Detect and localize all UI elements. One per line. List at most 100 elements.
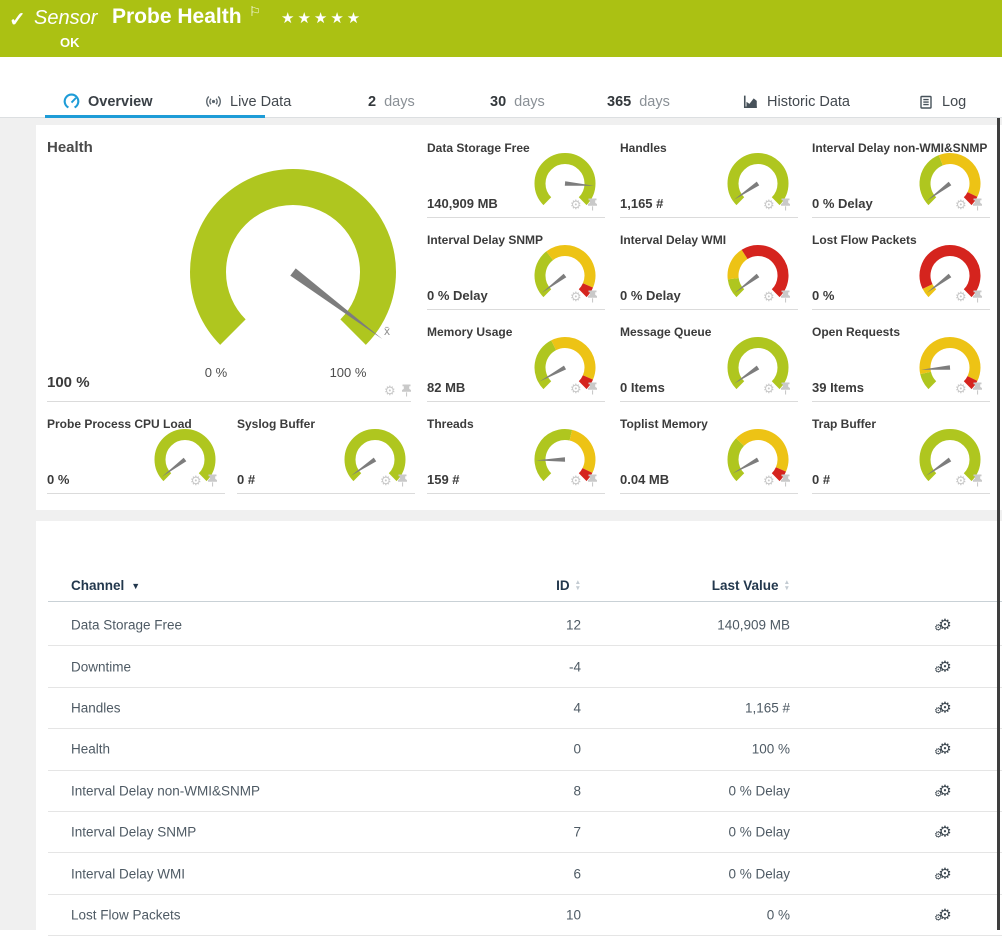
health-tile-actions[interactable]: ⚙ bbox=[384, 384, 412, 397]
channel-settings-gear-icon[interactable]: ⚙⚙ bbox=[938, 743, 951, 757]
tab-2-days[interactable]: 2 days bbox=[368, 85, 415, 118]
gauge-tile[interactable]: Interval Delay WMI0 % Delay⚙ bbox=[620, 232, 798, 310]
channel-table-row[interactable]: Interval Delay SNMP70 % Delay⚙⚙ bbox=[48, 812, 1002, 853]
cell-settings[interactable]: ⚙⚙ bbox=[932, 825, 958, 840]
gauge-tile[interactable]: Open Requests39 Items⚙ bbox=[812, 324, 990, 402]
channel-settings-gear-icon[interactable]: ⚙⚙ bbox=[938, 867, 951, 881]
gear-icon[interactable]: ⚙ bbox=[570, 199, 582, 211]
gauge-tile[interactable]: Message Queue0 Items⚙ bbox=[620, 324, 798, 402]
pin-icon[interactable] bbox=[587, 474, 598, 487]
gear-icon[interactable]: ⚙ bbox=[384, 385, 396, 397]
gauge-tile-actions[interactable]: ⚙ bbox=[763, 474, 791, 487]
gauge-tile-actions[interactable]: ⚙ bbox=[763, 382, 791, 395]
channel-settings-gear-icon[interactable]: ⚙⚙ bbox=[938, 826, 951, 840]
gauge-tile-value: 0 Items bbox=[620, 380, 665, 395]
gauge-tile[interactable]: Interval Delay non-WMI&SNMP0 % Delay⚙ bbox=[812, 140, 990, 218]
column-header-channel[interactable]: Channel ▼ bbox=[71, 578, 140, 593]
gauge-tile-actions[interactable]: ⚙ bbox=[763, 290, 791, 303]
pin-icon[interactable] bbox=[780, 198, 791, 211]
gear-icon[interactable]: ⚙ bbox=[570, 475, 582, 487]
gear-icon[interactable]: ⚙ bbox=[380, 475, 392, 487]
pin-icon[interactable] bbox=[972, 382, 983, 395]
sensor-header: ✓ Sensor Probe Health ⚐ ★★★★★ OK bbox=[0, 0, 1002, 57]
pin-icon[interactable] bbox=[780, 382, 791, 395]
pin-icon[interactable] bbox=[587, 198, 598, 211]
gear-icon[interactable]: ⚙ bbox=[570, 291, 582, 303]
channel-table-row[interactable]: Health0100 %⚙⚙ bbox=[48, 729, 1002, 770]
gauge-tile-actions[interactable]: ⚙ bbox=[570, 474, 598, 487]
gear-icon[interactable]: ⚙ bbox=[763, 475, 775, 487]
gauge-tile-actions[interactable]: ⚙ bbox=[570, 382, 598, 395]
gauge-tile[interactable]: Lost Flow Packets0 %⚙ bbox=[812, 232, 990, 310]
pin-icon[interactable] bbox=[401, 384, 412, 397]
gauge-tile-value: 159 # bbox=[427, 472, 460, 487]
tab-historic-data[interactable]: Historic Data bbox=[742, 85, 850, 118]
pin-icon[interactable] bbox=[397, 474, 408, 487]
gear-icon[interactable]: ⚙ bbox=[955, 199, 967, 211]
tile-separator bbox=[237, 493, 415, 494]
gauge-tile-actions[interactable]: ⚙ bbox=[763, 198, 791, 211]
gauge-tile-actions[interactable]: ⚙ bbox=[380, 474, 408, 487]
channel-table-row[interactable]: Data Storage Free12140,909 MB⚙⚙ bbox=[48, 605, 1002, 646]
column-header-last-value[interactable]: Last Value ▲▼ bbox=[598, 578, 790, 593]
cell-settings[interactable]: ⚙⚙ bbox=[932, 659, 958, 674]
gear-icon[interactable]: ⚙ bbox=[955, 291, 967, 303]
cell-settings[interactable]: ⚙⚙ bbox=[932, 618, 958, 633]
gauge-tile[interactable]: Toplist Memory0.04 MB⚙ bbox=[620, 416, 798, 494]
gear-icon[interactable]: ⚙ bbox=[763, 199, 775, 211]
tab-log[interactable]: Log bbox=[918, 85, 966, 118]
gauge-tile[interactable]: Probe Process CPU Load0 %⚙ bbox=[47, 416, 225, 494]
pin-icon[interactable] bbox=[972, 198, 983, 211]
cell-settings[interactable]: ⚙⚙ bbox=[932, 700, 958, 715]
gauge-tile-actions[interactable]: ⚙ bbox=[570, 290, 598, 303]
health-gauge[interactable] bbox=[173, 152, 413, 382]
gauge-tile[interactable]: Threads159 #⚙ bbox=[427, 416, 605, 494]
cell-settings[interactable]: ⚙⚙ bbox=[932, 866, 958, 881]
gauge-tile[interactable]: Memory Usage82 MB⚙ bbox=[427, 324, 605, 402]
tab-30-days[interactable]: 30 days bbox=[490, 85, 545, 118]
channel-table-row[interactable]: Downtime-4⚙⚙ bbox=[48, 646, 1002, 687]
cell-settings[interactable]: ⚙⚙ bbox=[932, 907, 958, 922]
channel-settings-gear-icon[interactable]: ⚙⚙ bbox=[938, 619, 951, 633]
gauge-tile[interactable]: Data Storage Free140,909 MB⚙ bbox=[427, 140, 605, 218]
gear-icon[interactable]: ⚙ bbox=[570, 383, 582, 395]
priority-stars[interactable]: ★★★★★ bbox=[281, 9, 363, 27]
pin-icon[interactable] bbox=[207, 474, 218, 487]
gauge-tile-actions[interactable]: ⚙ bbox=[955, 382, 983, 395]
gauge-tile-actions[interactable]: ⚙ bbox=[955, 474, 983, 487]
pin-icon[interactable] bbox=[972, 290, 983, 303]
cell-settings[interactable]: ⚙⚙ bbox=[932, 742, 958, 757]
gauge-tile[interactable]: Handles1,165 #⚙ bbox=[620, 140, 798, 218]
tab-live-data[interactable]: Live Data bbox=[205, 85, 291, 118]
gear-icon[interactable]: ⚙ bbox=[190, 475, 202, 487]
pin-icon[interactable] bbox=[780, 474, 791, 487]
channel-settings-gear-icon[interactable]: ⚙⚙ bbox=[938, 701, 951, 715]
gauge-tile[interactable]: Syslog Buffer0 #⚙ bbox=[237, 416, 415, 494]
gauge-tile-actions[interactable]: ⚙ bbox=[190, 474, 218, 487]
pin-icon[interactable] bbox=[587, 382, 598, 395]
channel-settings-gear-icon[interactable]: ⚙⚙ bbox=[938, 908, 951, 922]
tab-365-days[interactable]: 365 days bbox=[607, 85, 670, 118]
channel-settings-gear-icon[interactable]: ⚙⚙ bbox=[938, 784, 951, 798]
pin-icon[interactable] bbox=[780, 290, 791, 303]
channel-table-row[interactable]: Handles41,165 #⚙⚙ bbox=[48, 688, 1002, 729]
gauge-tile-actions[interactable]: ⚙ bbox=[570, 198, 598, 211]
cell-channel-name: Interval Delay WMI bbox=[71, 866, 185, 881]
channel-settings-gear-icon[interactable]: ⚙⚙ bbox=[938, 660, 951, 674]
gear-icon[interactable]: ⚙ bbox=[955, 475, 967, 487]
pin-icon[interactable] bbox=[587, 290, 598, 303]
cell-settings[interactable]: ⚙⚙ bbox=[932, 783, 958, 798]
gear-icon[interactable]: ⚙ bbox=[763, 383, 775, 395]
gauge-tile-actions[interactable]: ⚙ bbox=[955, 290, 983, 303]
gauge-tile[interactable]: Trap Buffer0 #⚙ bbox=[812, 416, 990, 494]
channel-table-row[interactable]: Interval Delay non-WMI&SNMP80 % Delay⚙⚙ bbox=[48, 771, 1002, 812]
gauge-tile[interactable]: Interval Delay SNMP0 % Delay⚙ bbox=[427, 232, 605, 310]
gauge-tile-actions[interactable]: ⚙ bbox=[955, 198, 983, 211]
column-header-id[interactable]: ID ▲▼ bbox=[378, 578, 581, 593]
flag-icon[interactable]: ⚐ bbox=[249, 4, 261, 20]
gear-icon[interactable]: ⚙ bbox=[763, 291, 775, 303]
cell-channel-name: Interval Delay non-WMI&SNMP bbox=[71, 783, 260, 798]
pin-icon[interactable] bbox=[972, 474, 983, 487]
gear-icon[interactable]: ⚙ bbox=[955, 383, 967, 395]
channel-table-row[interactable]: Interval Delay WMI60 % Delay⚙⚙ bbox=[48, 853, 1002, 894]
